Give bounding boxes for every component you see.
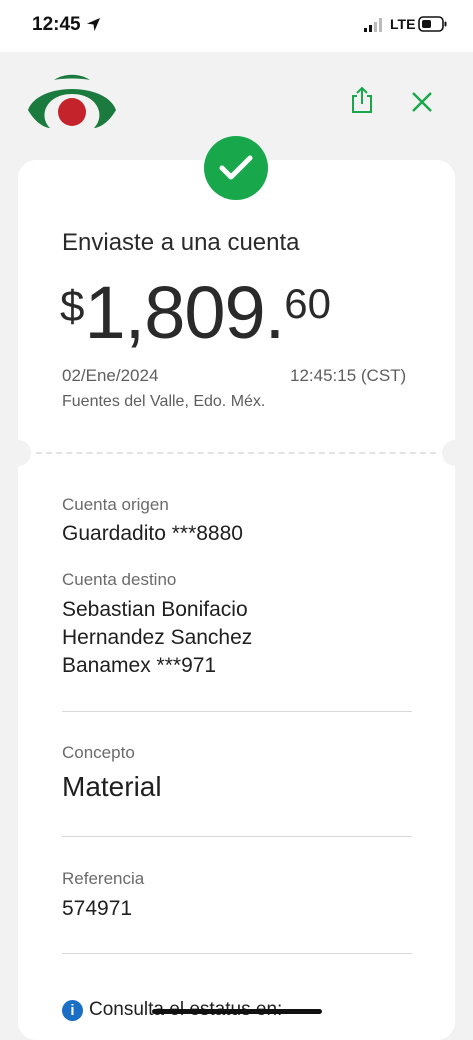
close-button[interactable] xyxy=(402,82,442,122)
reference-label: Referencia xyxy=(62,869,145,888)
section-divider xyxy=(62,836,412,837)
battery-icon xyxy=(418,16,447,32)
destination-account-value: Banamex ***971 xyxy=(62,654,217,677)
transfer-time: 12:45:15 (CST) xyxy=(290,366,407,385)
close-icon xyxy=(412,92,432,112)
transfer-location: Fuentes del Valle, Edo. Méx. xyxy=(62,393,266,410)
concept-value: Material xyxy=(62,771,162,802)
amount-cents: 60 xyxy=(284,280,331,327)
currency-symbol: $ xyxy=(60,282,85,331)
transfer-amount: $1,809.60 xyxy=(60,270,331,355)
ticket-notch-right xyxy=(442,440,468,466)
transfer-headline: Enviaste a una cuenta xyxy=(62,229,300,256)
info-icon: i xyxy=(62,1000,83,1021)
check-icon xyxy=(219,155,253,180)
destination-account-label: Cuenta destino xyxy=(62,570,177,589)
success-badge xyxy=(204,136,268,200)
ticket-divider xyxy=(36,452,436,454)
concept-label: Concepto xyxy=(62,743,135,762)
origin-account-value: Guardadito ***8880 xyxy=(62,522,243,545)
share-icon xyxy=(352,86,372,113)
status-time: 12:45 xyxy=(32,14,81,35)
network-label: LTE xyxy=(390,16,416,32)
transfer-date: 02/Ene/2024 xyxy=(62,366,159,385)
home-indicator[interactable] xyxy=(152,1009,322,1014)
bank-logo-icon xyxy=(28,74,116,128)
destination-name-line2: Hernandez Sanchez xyxy=(62,626,253,649)
share-button[interactable] xyxy=(344,82,380,118)
location-arrow-icon xyxy=(86,17,101,32)
status-bar: 12:45 LTE xyxy=(0,0,473,52)
section-divider xyxy=(62,711,412,712)
signal-icon xyxy=(364,18,382,32)
amount-integer: 1,809. xyxy=(84,271,285,354)
ticket-notch-left xyxy=(5,440,31,466)
origin-account-label: Cuenta origen xyxy=(62,495,169,514)
section-divider xyxy=(62,953,412,954)
destination-name-line1: Sebastian Bonifacio xyxy=(62,598,248,621)
reference-value: 574971 xyxy=(62,897,133,920)
